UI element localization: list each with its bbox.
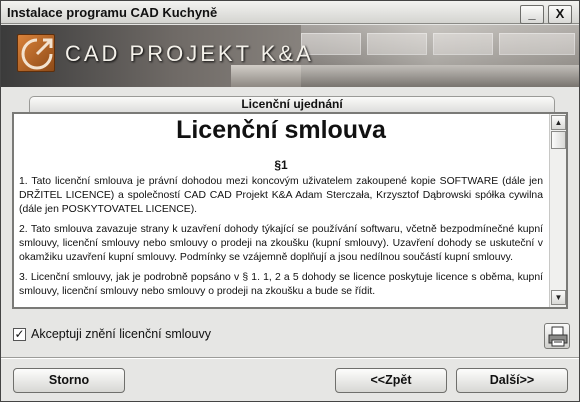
license-paragraph: 1. Tato licenční smlouva je právní dohod… [19,176,543,215]
accept-checkbox[interactable]: ✓ [13,328,26,341]
window-title: Instalace programu CAD Kuchyně [7,5,218,20]
vertical-scrollbar[interactable]: ▲ ▼ [549,114,566,307]
license-paragraph: 2. Tato smlouva zavazuje strany k uzavře… [19,224,543,263]
license-paragraph: 3. Licenční smlouvy, jak je podrobně pop… [19,272,543,297]
installer-window: Instalace programu CAD Kuchyně _ X CAD P… [0,0,580,402]
header-banner: CAD PROJEKT K&A [1,25,579,87]
print-button[interactable] [544,323,570,349]
footer-divider [1,357,579,359]
license-heading: Licenční smlouva [176,116,386,144]
tab-license-agreement: Licenční ujednání [29,96,555,113]
scroll-down-arrow-icon[interactable]: ▼ [551,290,566,305]
license-content: Licenční smlouva §1 1. Tato licenční sml… [14,114,547,307]
cad-logo-icon [17,34,55,72]
license-text-area[interactable]: Licenční smlouva §1 1. Tato licenční sml… [12,112,568,309]
cancel-button[interactable]: Storno [13,368,125,393]
scroll-up-arrow-icon[interactable]: ▲ [551,115,566,130]
accept-checkbox-label[interactable]: Akceptuji znění licenční smlouvy [31,327,211,341]
back-button[interactable]: <<Zpět [335,368,447,393]
scrollbar-thumb[interactable] [551,131,566,149]
close-button[interactable]: X [548,5,572,24]
title-bar[interactable]: Instalace programu CAD Kuchyně _ X [1,1,579,24]
printer-icon [548,326,568,347]
section-number: §1 [274,158,288,172]
minimize-button[interactable]: _ [520,5,544,24]
next-button[interactable]: Další>> [456,368,568,393]
brand-text: CAD PROJEKT K&A [65,41,314,66]
